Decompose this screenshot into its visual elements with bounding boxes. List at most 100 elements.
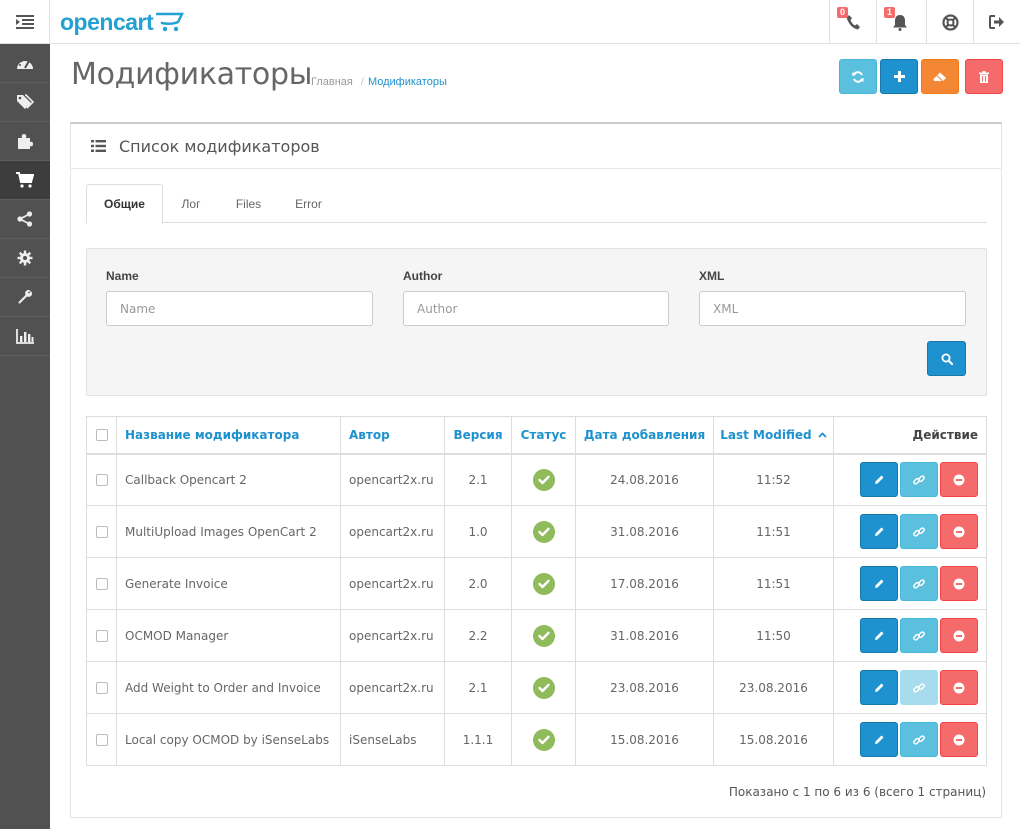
table-row: MultiUpload Images OpenCart 2 opencart2x… [86, 505, 987, 558]
row-status [511, 661, 576, 714]
link-icon [913, 578, 925, 589]
row-last-modified: 11:51 [713, 557, 834, 610]
row-date-added: 31.08.2016 [575, 505, 714, 558]
help-button[interactable] [926, 0, 973, 44]
row-version: 2.1 [444, 661, 512, 714]
disable-button[interactable] [940, 462, 978, 498]
sidebar-item-sales[interactable] [0, 161, 50, 200]
logout-button[interactable] [973, 0, 1020, 44]
sidebar-item-dashboard[interactable] [0, 44, 50, 83]
bar-chart-icon [16, 328, 34, 344]
tab-log[interactable]: Лог [171, 184, 211, 223]
filter-search-button[interactable] [927, 341, 966, 376]
column-header-last-modified[interactable]: Last Modified [713, 416, 834, 455]
link-button[interactable] [900, 566, 938, 601]
disable-button[interactable] [940, 566, 978, 601]
status-enabled-icon [532, 676, 555, 699]
shopping-cart-icon [16, 172, 34, 188]
search-icon [941, 353, 953, 365]
add-button[interactable] [880, 59, 918, 94]
row-version: 2.0 [444, 557, 512, 610]
edit-button[interactable] [860, 514, 898, 549]
row-version: 2.1 [444, 453, 512, 506]
sidebar-item-tools[interactable] [0, 278, 50, 317]
tab-general[interactable]: Общие [86, 184, 163, 224]
disable-button[interactable] [940, 514, 978, 549]
pencil-icon [874, 475, 883, 485]
filter-xml-label: XML [699, 269, 725, 283]
tabs: Общие Лог Files Error [86, 184, 987, 224]
filter-author-input[interactable] [403, 291, 669, 326]
table-row: Add Weight to Order and Invoice opencart… [86, 661, 987, 714]
breadcrumb-current[interactable]: Модификаторы [368, 76, 447, 88]
notifications-badge: 1 [884, 7, 896, 18]
filter-name-input[interactable] [106, 291, 373, 326]
link-button[interactable] [900, 722, 938, 757]
sidebar-item-marketing[interactable] [0, 200, 50, 239]
table-header-row: Название модификатора Автор Версия Стату… [86, 416, 987, 455]
breadcrumb: Главная / Модификаторы [311, 76, 447, 88]
logo-cart-icon [156, 12, 185, 32]
column-header-version[interactable]: Версия [444, 416, 512, 455]
filter-xml-input[interactable] [699, 291, 966, 326]
row-select-cell [86, 661, 117, 714]
column-header-author[interactable]: Автор [340, 416, 445, 455]
link-button[interactable] [900, 618, 938, 653]
opencart-logo[interactable]: opencart [60, 7, 185, 37]
edit-button[interactable] [860, 722, 898, 757]
tags-icon [17, 94, 34, 109]
disable-button[interactable] [940, 670, 978, 705]
select-all-checkbox[interactable] [95, 429, 108, 442]
row-name: MultiUpload Images OpenCart 2 [116, 505, 341, 558]
edit-button[interactable] [860, 566, 898, 601]
row-author: opencart2x.ru [340, 505, 445, 558]
edit-button[interactable] [860, 670, 898, 705]
row-name: Callback Opencart 2 [116, 453, 341, 506]
clear-cache-button[interactable] [921, 59, 959, 94]
trash-icon [979, 70, 989, 83]
minus-circle-icon [953, 682, 965, 693]
row-checkbox[interactable] [95, 578, 108, 590]
status-enabled-icon [532, 624, 555, 647]
row-checkbox[interactable] [95, 734, 108, 746]
tab-error[interactable]: Error [286, 184, 331, 223]
table-row: Callback Opencart 2 opencart2x.ru 2.1 24… [86, 453, 987, 506]
phone-button[interactable]: 0 [829, 0, 876, 44]
link-icon [913, 475, 925, 485]
edit-button[interactable] [860, 462, 898, 498]
breadcrumb-home[interactable]: Главная [311, 76, 353, 88]
row-checkbox[interactable] [95, 682, 108, 694]
disable-button[interactable] [940, 618, 978, 653]
sidebar-item-system[interactable] [0, 239, 50, 278]
share-icon [17, 211, 33, 227]
row-status [511, 609, 576, 662]
edit-button[interactable] [860, 618, 898, 653]
modifications-panel: Список модификаторов Общие Лог Files Err… [70, 122, 1002, 818]
row-name: Generate Invoice [116, 557, 341, 610]
column-header-date-added[interactable]: Дата добавления [575, 416, 714, 455]
row-checkbox[interactable] [95, 630, 108, 642]
column-header-name[interactable]: Название модификатора [116, 416, 341, 455]
row-last-modified: 11:51 [713, 505, 834, 558]
link-button[interactable] [900, 514, 938, 549]
row-last-modified: 11:50 [713, 609, 834, 662]
row-select-cell [86, 713, 117, 766]
column-header-status[interactable]: Статус [511, 416, 576, 455]
sidebar-item-catalog[interactable] [0, 83, 50, 122]
row-checkbox[interactable] [95, 526, 108, 538]
row-author: opencart2x.ru [340, 661, 445, 714]
delete-button[interactable] [965, 59, 1003, 94]
status-enabled-icon [532, 728, 555, 751]
menu-toggle-button[interactable] [0, 0, 50, 44]
filter-box: Name Author XML [86, 248, 987, 396]
notifications-button[interactable]: 1 [876, 0, 923, 44]
link-button[interactable] [900, 462, 938, 498]
row-checkbox[interactable] [95, 474, 108, 487]
disable-button[interactable] [940, 722, 978, 757]
sidebar-item-extensions[interactable] [0, 122, 50, 161]
tab-files[interactable]: Files [226, 184, 271, 223]
indent-icon [15, 15, 34, 29]
sidebar-item-reports[interactable] [0, 317, 50, 356]
refresh-button[interactable] [839, 59, 877, 94]
minus-circle-icon [953, 630, 965, 641]
